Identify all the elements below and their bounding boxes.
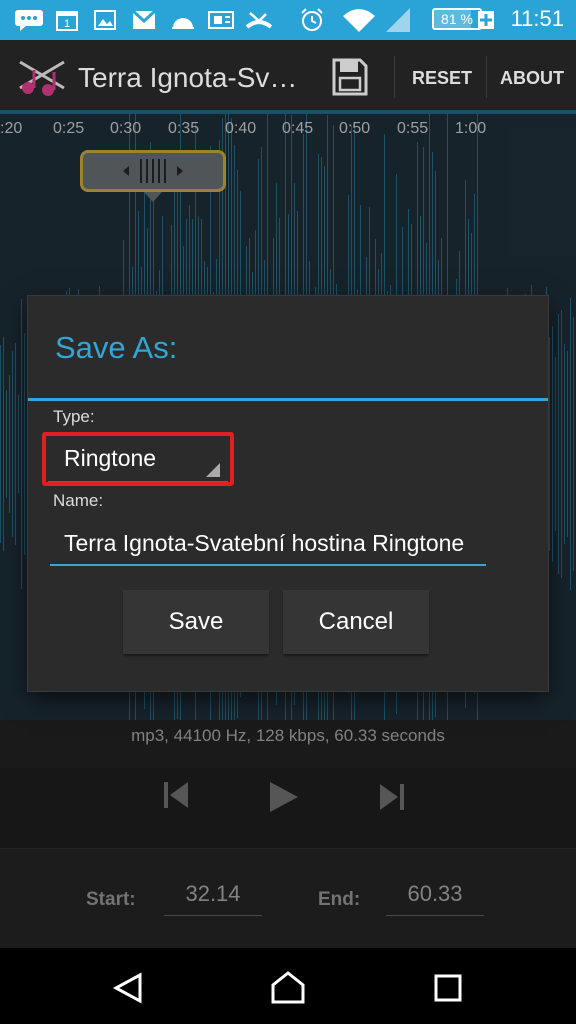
- signal-icon: [384, 8, 412, 32]
- status-bar: 1 81 % 11:51: [0, 0, 576, 40]
- wifi-icon: [342, 8, 376, 32]
- chat-icon: [14, 8, 44, 32]
- save-button[interactable]: Save: [123, 590, 269, 654]
- back-icon[interactable]: [112, 972, 144, 1009]
- app-title: Terra Ignota-Sv…: [78, 62, 298, 93]
- divider: [394, 56, 395, 98]
- image-icon: [94, 8, 116, 32]
- sim-icon: [208, 8, 234, 32]
- app-bar: Terra Ignota-Sv… RESET ABOUT: [0, 40, 576, 114]
- charging-icon: [478, 8, 494, 32]
- name-label: Name:: [53, 491, 104, 510]
- calendar-day: 1: [64, 18, 70, 30]
- missed-call-icon: [246, 8, 272, 32]
- divider: [486, 56, 487, 98]
- scissors-music-icon: [18, 54, 70, 103]
- reset-button[interactable]: RESET: [412, 68, 472, 89]
- type-label: Type:: [53, 407, 95, 426]
- battery-percent: 81 %: [441, 11, 473, 27]
- home-icon[interactable]: [270, 970, 306, 1009]
- save-as-dialog: Save As: Type: Ringtone Name: Save Cance…: [28, 296, 548, 691]
- name-input[interactable]: [50, 522, 486, 566]
- selection-highlight: [42, 432, 234, 486]
- calendar-icon: 1: [56, 8, 78, 32]
- dialog-divider: [28, 398, 548, 401]
- save-icon[interactable]: [332, 58, 368, 101]
- dialog-title: Save As:: [55, 330, 178, 365]
- recents-icon[interactable]: [434, 974, 462, 1007]
- weather-icon: [170, 8, 196, 32]
- battery-icon: 81 %: [432, 8, 482, 30]
- navigation-bar: [0, 948, 576, 1024]
- alarm-icon: [300, 8, 324, 32]
- clock: 11:51: [510, 6, 564, 31]
- about-button[interactable]: ABOUT: [500, 68, 564, 89]
- cancel-button[interactable]: Cancel: [283, 590, 429, 654]
- gmail-icon: [132, 8, 156, 32]
